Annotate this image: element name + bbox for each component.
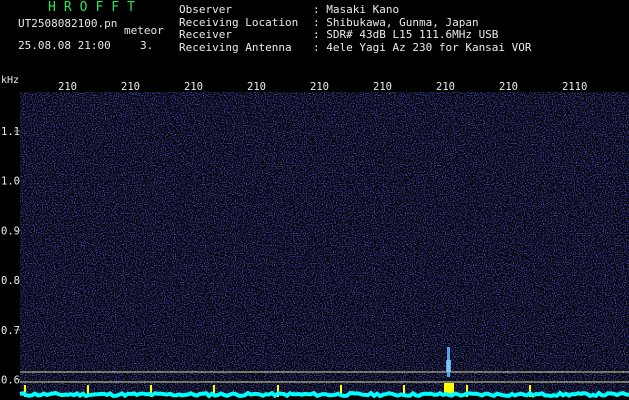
spectrogram-noise [20,92,629,395]
y-tick-label: 0.6 [1,375,20,387]
info-label: Receiving Antenna [179,40,292,54]
x-tick-label: 210 [121,81,140,93]
x-tick-label: 210 [58,81,77,93]
detection-count: 3. [140,39,154,52]
x-tick-label: 210 [247,81,266,93]
frequency-unit-label: kHz [1,75,20,86]
x-tick-label: 210 [310,81,329,93]
x-tick-label: 210 [436,81,455,93]
hrofft-window: 210 210 210 210 210 210 210 210 2110 1.1 1.0 0.9 0.… [0,0,629,400]
app-title: HROFFT [48,0,143,15]
x-tick-label: 2110 [562,81,587,93]
mode-label: meteor [124,24,164,37]
info-value: : Masaki Kano [313,3,400,16]
station-info: Observer : Masaki Kano Receiving Locatio… [179,3,532,55]
signal-baseline [19,390,629,399]
timestamp: 25.08.08 21:00 [18,39,111,52]
y-tick-label: 1.0 [1,176,20,188]
y-tick-label: 0.9 [1,225,20,237]
x-tick-label: 210 [373,81,392,93]
info-value: : 4ele Yagi Az 230 for Kansai VOR [313,40,532,54]
info-value: : SDR# 43dB L15 111.6MHz USB [313,28,499,41]
file-name: UT2508082100.pn [18,17,118,30]
y-tick-label: 1.1 [1,126,20,138]
info-row-antenna: Receiving Antenna : 4ele Yagi Az 230 for… [179,40,532,55]
y-tick-label: 0.8 [1,275,20,287]
info-row-observer: Observer : Masaki Kano [179,3,532,17]
y-axis: 1.1 1.0 0.9 0.8 0.7 0.6 [1,126,20,387]
x-tick-label: 210 [499,81,518,93]
info-label: Observer [179,3,232,16]
x-axis: 210 210 210 210 210 210 210 210 2110 [58,81,587,93]
spectrogram-plot: 210 210 210 210 210 210 210 210 2110 1.1 1.0 0.9 0.… [1,81,629,400]
info-label: Receiver [179,28,232,41]
info-row-receiver: Receiver : SDR# 43dB L15 111.6MHz USB [179,28,532,42]
y-tick-label: 0.7 [1,325,20,337]
x-tick-label: 210 [184,81,203,93]
